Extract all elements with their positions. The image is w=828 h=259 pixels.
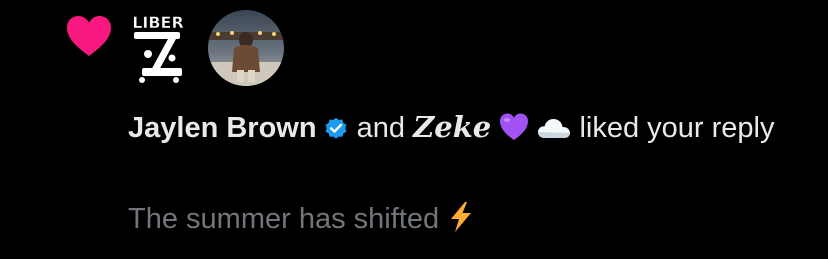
user-photo-avatar[interactable]	[208, 10, 284, 86]
notification-text: Jaylen Brown and Zeke liked your reply	[128, 106, 788, 149]
lightning-emoji	[451, 202, 472, 232]
avatar-row: LIBER	[128, 10, 284, 92]
purple-heart-emoji	[500, 113, 529, 140]
liber-logo-avatar[interactable]: LIBER	[128, 10, 190, 86]
connector-text: and	[356, 112, 406, 144]
actor-primary-name[interactable]: Jaylen Brown	[128, 112, 317, 144]
action-text: liked your reply	[579, 112, 775, 144]
heart-icon	[67, 16, 111, 56]
like-notification[interactable]: LIBER Jaylen Brown and Zeke liked your r…	[0, 0, 828, 259]
tweet-preview[interactable]: The summer has shifted	[128, 198, 475, 240]
cloud-emoji	[538, 119, 571, 138]
svg-text:LIBER: LIBER	[132, 13, 184, 32]
tweet-preview-text: The summer has shifted	[128, 203, 440, 235]
verified-badge-icon	[325, 117, 347, 139]
actor-secondary-name[interactable]: Zeke	[413, 110, 491, 144]
